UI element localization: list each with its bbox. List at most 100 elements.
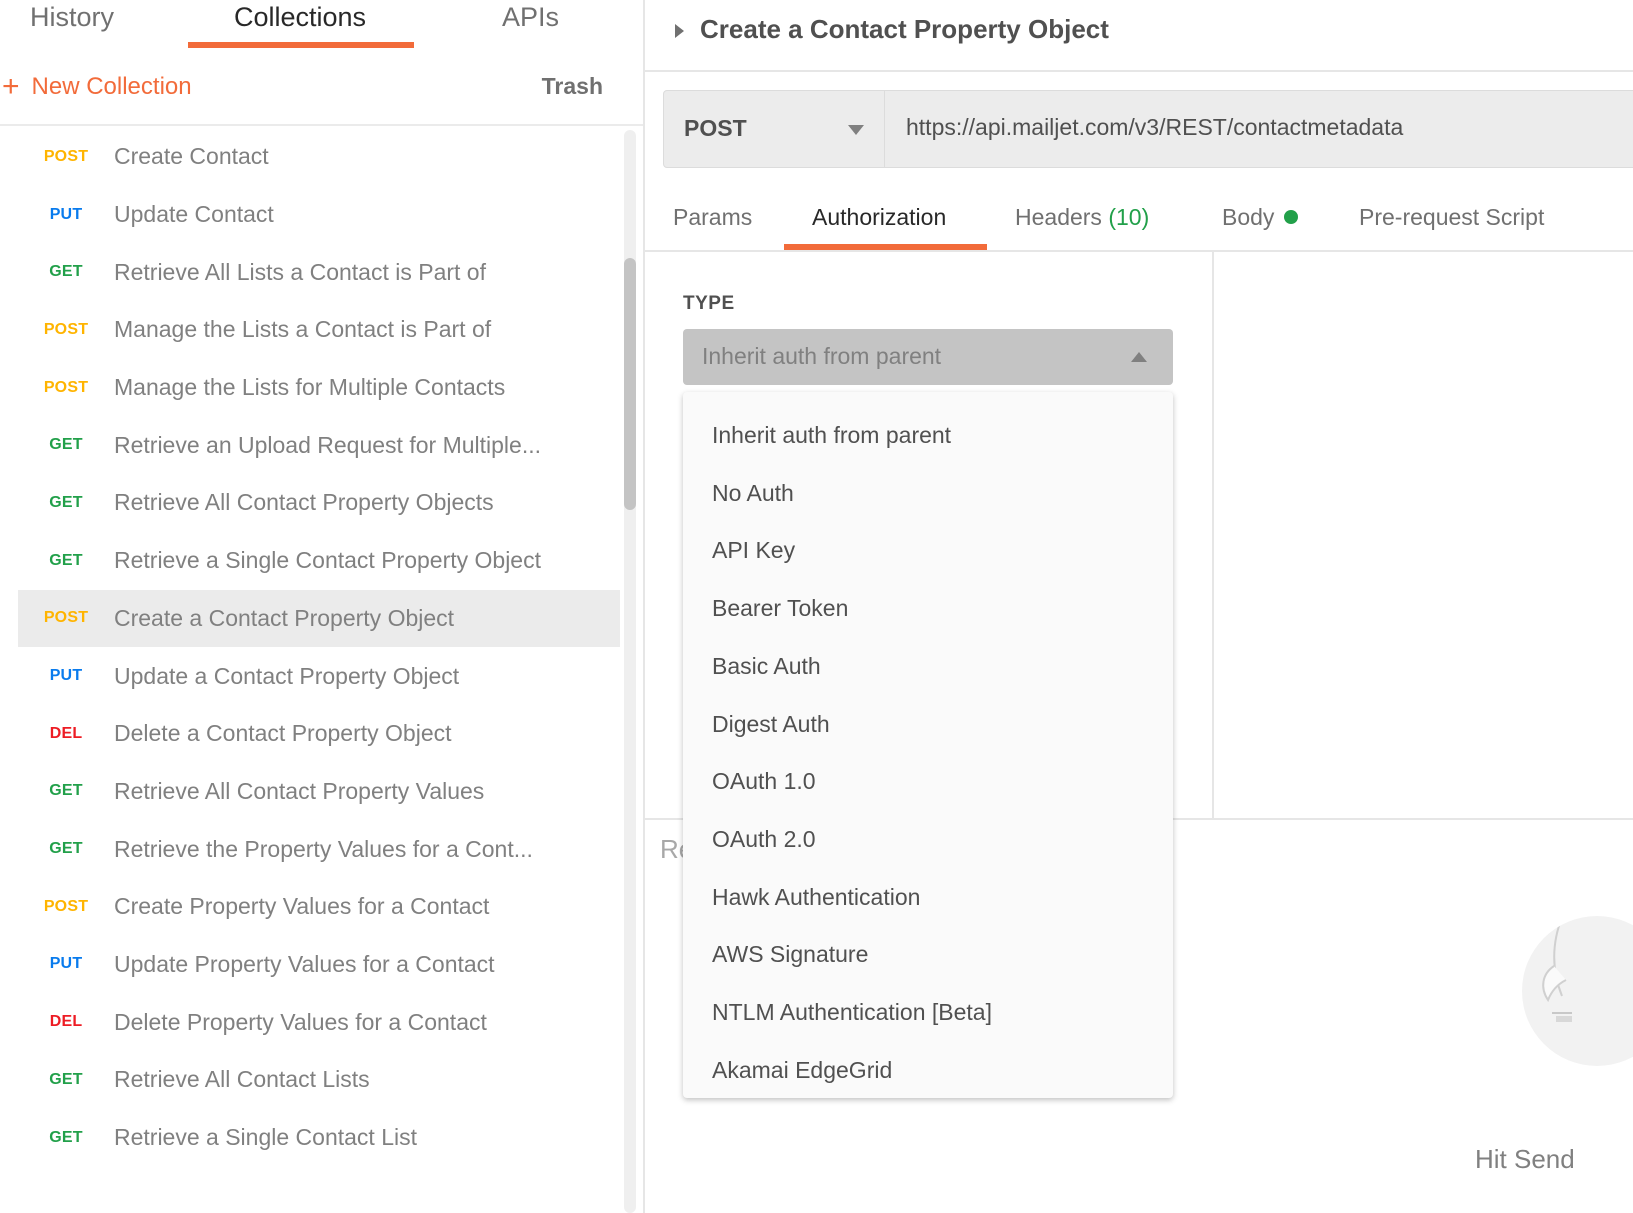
request-name: Create Property Values for a Contact	[114, 893, 490, 920]
method-badge: GET	[49, 840, 83, 858]
auth-type-value: Inherit auth from parent	[702, 343, 942, 369]
method-badge: GET	[49, 436, 83, 454]
auth-option[interactable]: OAuth 2.0	[683, 804, 1173, 862]
method-badge: POST	[43, 320, 89, 338]
request-list-item[interactable]: POST Manage the Lists for Multiple Contac…	[18, 359, 620, 417]
auth-option[interactable]: Akamai EdgeGrid	[683, 1035, 1173, 1093]
headers-count: (10)	[1108, 204, 1150, 230]
rocket-illustration-icon	[1522, 916, 1633, 1066]
auth-option[interactable]: Basic Auth	[683, 631, 1173, 689]
scrollbar-thumb[interactable]	[624, 258, 636, 510]
request-list-item[interactable]: PUT Update a Contact Property Object	[18, 647, 620, 705]
request-list-item[interactable]: POST Create Property Values for a Contact	[18, 878, 620, 936]
request-name: Delete Property Values for a Contact	[114, 1008, 487, 1035]
request-name: Retrieve All Contact Property Values	[114, 777, 485, 804]
tab-params[interactable]: Params	[673, 204, 752, 231]
request-name: Retrieve a Single Contact Property Objec…	[114, 547, 541, 574]
plus-icon: +	[2, 70, 20, 103]
request-list-item[interactable]: GET Retrieve the Property Values for a Co…	[18, 820, 620, 878]
request-name: Retrieve All Lists a Contact is Part of	[114, 258, 486, 285]
url-bar: POST	[663, 90, 1633, 168]
auth-option[interactable]: Hawk Authentication	[683, 862, 1173, 920]
request-name: Manage the Lists for Multiple Contacts	[114, 374, 506, 401]
method-badge: PUT	[49, 955, 83, 973]
auth-option[interactable]: Bearer Token	[683, 573, 1173, 631]
request-list-item[interactable]: POST Create a Contact Property Object	[18, 589, 620, 648]
hit-send-hint: Hit Send	[1475, 1144, 1575, 1174]
new-collection-button[interactable]: + New Collection	[2, 72, 192, 102]
type-label: TYPE	[683, 293, 735, 314]
sidebar-scrollbar[interactable]	[624, 130, 636, 1213]
request-name: Create Contact	[114, 143, 269, 170]
method-select[interactable]: POST	[664, 91, 885, 167]
request-name: Manage the Lists a Contact is Part of	[114, 316, 492, 343]
auth-option[interactable]: NTLM Authentication [Beta]	[683, 977, 1173, 1035]
method-badge: DEL	[49, 724, 83, 742]
request-list: POST Create Contact PUT Update Contact GET Re…	[18, 128, 620, 1166]
auth-option-label: OAuth 1.0	[712, 768, 816, 795]
request-title[interactable]: Create a Contact Property Object	[700, 14, 1109, 45]
auth-option[interactable]: Digest Auth	[683, 689, 1173, 747]
caret-right-icon[interactable]	[675, 24, 684, 38]
request-list-item[interactable]: GET Retrieve an Upload Request for Multip…	[18, 416, 620, 474]
auth-option-label: API Key	[712, 537, 796, 564]
request-list-item[interactable]: POST Create Contact	[18, 128, 620, 186]
method-badge: GET	[49, 1128, 83, 1146]
request-name: Retrieve a Single Contact List	[114, 1124, 417, 1151]
auth-type-select[interactable]: Inherit auth from parent	[683, 329, 1173, 385]
tab-pre-request-script[interactable]: Pre-request Script	[1359, 204, 1544, 231]
auth-type-dropdown-menu: Inherit auth from parent No Auth API Key Be…	[683, 392, 1173, 1098]
headers-label: Headers	[1015, 204, 1102, 230]
request-name: Delete a Contact Property Object	[114, 720, 452, 747]
tab-history[interactable]: History	[30, 2, 114, 33]
auth-option-label: Basic Auth	[712, 652, 821, 679]
request-name: Update a Contact Property Object	[114, 662, 460, 689]
request-list-item[interactable]: GET Retrieve All Contact Property Objects	[18, 474, 620, 532]
auth-option-label: Digest Auth	[712, 710, 830, 737]
request-name: Retrieve an Upload Request for Multiple.…	[114, 431, 541, 458]
auth-option-label: No Auth	[712, 479, 794, 506]
tab-authorization[interactable]: Authorization	[812, 204, 946, 231]
request-name: Update Property Values for a Contact	[114, 950, 495, 977]
request-list-item[interactable]: DEL Delete a Contact Property Object	[18, 705, 620, 763]
request-list-item[interactable]: GET Retrieve a Single Contact List	[18, 1109, 620, 1167]
request-list-item[interactable]: GET Retrieve a Single Contact Property Ob…	[18, 532, 620, 590]
trash-button[interactable]: Trash	[542, 73, 603, 100]
url-input[interactable]	[904, 113, 1633, 142]
request-list-item[interactable]: GET Retrieve All Contact Property Values	[18, 763, 620, 821]
tab-apis[interactable]: APIs	[502, 2, 559, 33]
method-badge: GET	[49, 1070, 83, 1088]
body-label: Body	[1222, 204, 1275, 230]
method-badge: GET	[49, 263, 83, 281]
method-badge: POST	[43, 378, 89, 396]
sidebar-tabs: History Collections APIs	[0, 0, 643, 52]
auth-option-label: OAuth 2.0	[712, 825, 816, 852]
method-badge: POST	[43, 147, 89, 165]
auth-option[interactable]: No Auth	[683, 458, 1173, 516]
request-list-item[interactable]: GET Retrieve All Lists a Contact is Part …	[18, 243, 620, 301]
tab-body[interactable]: Body	[1222, 204, 1299, 231]
active-tab-indicator	[188, 42, 414, 48]
method-label: POST	[684, 115, 747, 141]
request-list-item[interactable]: DEL Delete Property Values for a Contact	[18, 993, 620, 1051]
auth-option[interactable]: OAuth 1.0	[683, 746, 1173, 804]
request-name: Retrieve All Contact Property Objects	[114, 489, 494, 516]
auth-option-label: Inherit auth from parent	[712, 422, 952, 448]
auth-option-label: Hawk Authentication	[712, 883, 921, 910]
request-list-item[interactable]: POST Manage the Lists a Contact is Part o…	[18, 301, 620, 359]
active-tab-indicator	[784, 244, 987, 250]
tab-headers[interactable]: Headers (10)	[1015, 204, 1149, 231]
tab-collections[interactable]: Collections	[234, 2, 366, 33]
auth-option-label: AWS Signature	[712, 941, 869, 968]
method-badge: POST	[43, 897, 89, 915]
body-indicator-dot-icon	[1284, 210, 1299, 224]
request-list-item[interactable]: PUT Update Contact	[18, 186, 620, 244]
method-badge: GET	[49, 782, 83, 800]
method-badge: DEL	[49, 1013, 83, 1031]
auth-option[interactable]: API Key	[683, 515, 1173, 573]
request-list-item[interactable]: PUT Update Property Values for a Contact	[18, 936, 620, 994]
auth-option[interactable]: AWS Signature	[683, 919, 1173, 977]
request-title-bar: Create a Contact Property Object	[645, 0, 1633, 72]
request-list-item[interactable]: GET Retrieve All Contact Lists	[18, 1051, 620, 1109]
auth-option[interactable]: Inherit auth from parent	[683, 400, 1173, 458]
